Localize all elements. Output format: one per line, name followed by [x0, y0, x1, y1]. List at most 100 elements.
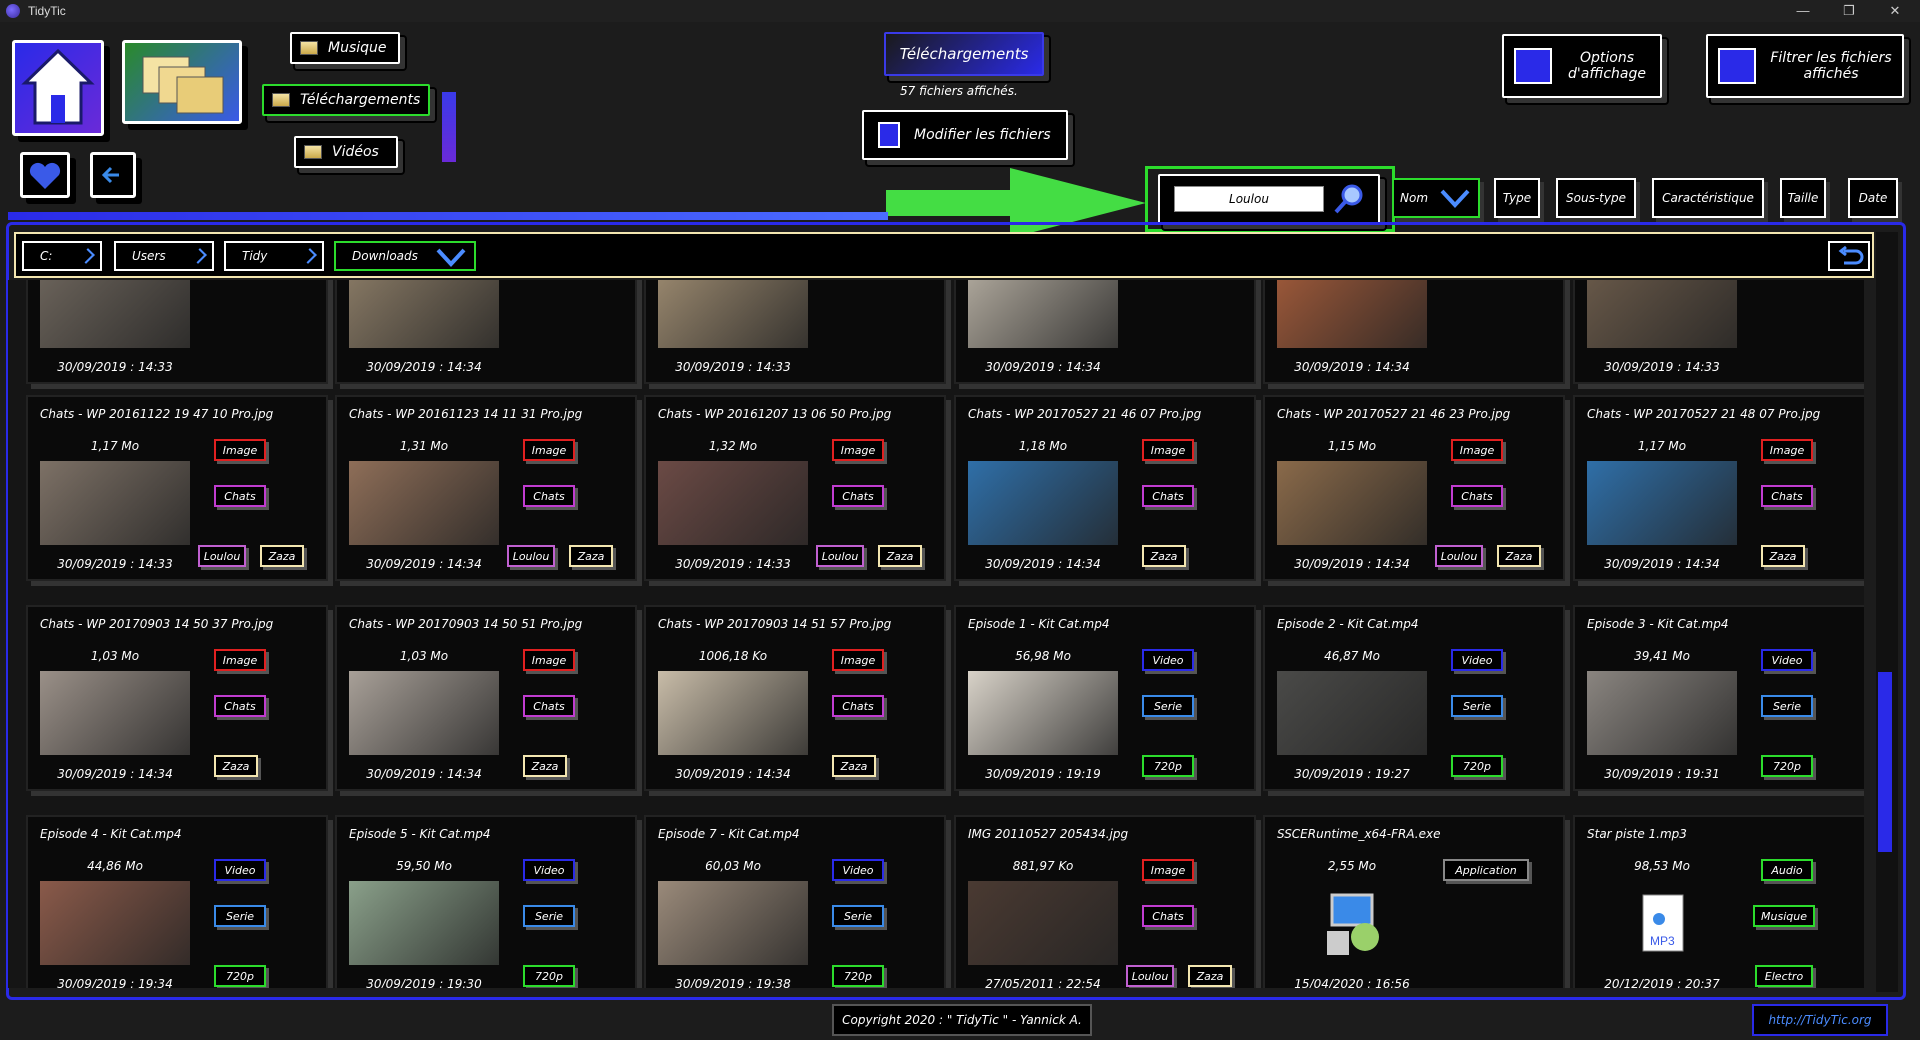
- tag-badge[interactable]: Video: [1761, 649, 1813, 671]
- tag-badge[interactable]: Image: [1142, 439, 1194, 461]
- tag-badge[interactable]: Electro: [1755, 965, 1813, 987]
- tag-badge[interactable]: Loulou: [816, 545, 864, 567]
- file-card[interactable]: Episode 7 - Kit Cat.mp4 60,03 Mo 30/09/201…: [644, 815, 946, 988]
- tag-badge[interactable]: Zaza: [878, 545, 922, 567]
- website-link[interactable]: http://TidyTic.org: [1752, 1004, 1888, 1036]
- file-card[interactable]: Chats - WP 20161122 19 47 10 Pro.jpg 1,17…: [26, 395, 328, 581]
- file-card[interactable]: 30/09/2019 : 14:33ChatsLoulouZaza: [26, 280, 328, 384]
- tag-badge[interactable]: Zaza: [1188, 965, 1232, 987]
- nav-telechargements-button[interactable]: Téléchargements: [262, 84, 430, 116]
- modify-files-button[interactable]: Modifier les fichiers: [862, 110, 1068, 160]
- tag-badge[interactable]: Serie: [214, 905, 266, 927]
- minimize-button[interactable]: —: [1780, 0, 1826, 22]
- tag-badge[interactable]: Video: [214, 859, 266, 881]
- file-card[interactable]: Chats - WP 20161123 14 11 31 Pro.jpg 1,31…: [335, 395, 637, 581]
- path-crumb-c[interactable]: C:: [22, 241, 102, 271]
- tag-badge[interactable]: Chats: [832, 695, 884, 717]
- close-button[interactable]: ✕: [1872, 0, 1918, 22]
- nav-musique-button[interactable]: Musique: [290, 32, 400, 64]
- sort-soustype-tab[interactable]: Sous-type: [1556, 178, 1636, 218]
- file-card[interactable]: 30/09/2019 : 14:33ChatsZaza: [644, 280, 946, 384]
- tag-badge[interactable]: Zaza: [832, 755, 876, 777]
- scrollbar[interactable]: [1876, 232, 1898, 992]
- tag-badge[interactable]: Image: [523, 649, 575, 671]
- file-card[interactable]: 30/09/2019 : 14:34ChatsZaza: [1263, 280, 1565, 384]
- tag-badge[interactable]: Zaza: [1142, 545, 1186, 567]
- tag-badge[interactable]: Loulou: [1126, 965, 1174, 987]
- display-options-button[interactable]: Options d'affichage: [1502, 34, 1662, 98]
- tag-badge[interactable]: 720p: [1142, 755, 1194, 777]
- path-crumb-downloads[interactable]: Downloads: [334, 241, 476, 271]
- tag-badge[interactable]: Serie: [1451, 695, 1503, 717]
- tag-badge[interactable]: Zaza: [523, 755, 567, 777]
- tag-badge[interactable]: Loulou: [198, 545, 246, 567]
- tag-badge[interactable]: Chats: [1761, 485, 1813, 507]
- file-card[interactable]: Chats - WP 20170903 14 51 57 Pro.jpg 1006…: [644, 605, 946, 791]
- file-card[interactable]: Chats - WP 20170903 14 50 37 Pro.jpg 1,03…: [26, 605, 328, 791]
- file-card[interactable]: Chats - WP 20170527 21 48 07 Pro.jpg 1,17…: [1573, 395, 1864, 581]
- nav-videos-button[interactable]: Vidéos: [294, 136, 398, 168]
- search-icon[interactable]: [1332, 181, 1368, 217]
- tag-badge[interactable]: Chats: [1142, 485, 1194, 507]
- tag-badge[interactable]: Serie: [1761, 695, 1813, 717]
- file-card[interactable]: Episode 4 - Kit Cat.mp4 44,86 Mo 30/09/201…: [26, 815, 328, 988]
- file-card[interactable]: Episode 5 - Kit Cat.mp4 59,50 Mo 30/09/201…: [335, 815, 637, 988]
- tag-badge[interactable]: Chats: [214, 485, 266, 507]
- sort-nom-tab[interactable]: Nom: [1392, 178, 1480, 218]
- tag-badge[interactable]: Serie: [832, 905, 884, 927]
- sort-caracteristique-tab[interactable]: Caractéristique: [1652, 178, 1764, 218]
- tag-badge[interactable]: Image: [832, 649, 884, 671]
- tag-badge[interactable]: 720p: [832, 965, 884, 987]
- tag-badge[interactable]: Image: [1451, 439, 1503, 461]
- tag-badge[interactable]: Zaza: [1761, 545, 1805, 567]
- tag-badge[interactable]: Loulou: [507, 545, 555, 567]
- tag-badge[interactable]: Image: [1142, 859, 1194, 881]
- tag-badge[interactable]: Chats: [1451, 485, 1503, 507]
- tag-badge[interactable]: Audio: [1761, 859, 1813, 881]
- tag-badge[interactable]: Image: [832, 439, 884, 461]
- tag-badge[interactable]: 720p: [214, 965, 266, 987]
- sort-type-tab[interactable]: Type: [1494, 178, 1540, 218]
- tag-badge[interactable]: Serie: [1142, 695, 1194, 717]
- tag-badge[interactable]: Video: [1142, 649, 1194, 671]
- search-input[interactable]: [1174, 186, 1324, 212]
- file-card[interactable]: Chats - WP 20161207 13 06 50 Pro.jpg 1,32…: [644, 395, 946, 581]
- tag-badge[interactable]: Image: [214, 439, 266, 461]
- tag-badge[interactable]: Image: [214, 649, 266, 671]
- file-card[interactable]: SSCERuntime_x64-FRA.exe 2,55 Mo 15/04/2020…: [1263, 815, 1565, 988]
- tag-badge[interactable]: Zaza: [260, 545, 304, 567]
- file-card[interactable]: Episode 1 - Kit Cat.mp4 56,98 Mo 30/09/201…: [954, 605, 1256, 791]
- undo-button[interactable]: [1828, 241, 1870, 271]
- scrollbar-thumb[interactable]: [1878, 672, 1892, 852]
- favorites-button[interactable]: [20, 152, 70, 198]
- tag-badge[interactable]: Video: [523, 859, 575, 881]
- tag-badge[interactable]: Video: [832, 859, 884, 881]
- path-crumb-users[interactable]: Users: [114, 241, 214, 271]
- tag-badge[interactable]: Video: [1451, 649, 1503, 671]
- tag-badge[interactable]: Zaza: [569, 545, 613, 567]
- tag-badge[interactable]: Chats: [832, 485, 884, 507]
- tag-badge[interactable]: Chats: [523, 695, 575, 717]
- file-card[interactable]: Chats - WP 20170527 21 46 07 Pro.jpg 1,18…: [954, 395, 1256, 581]
- tag-badge[interactable]: Image: [523, 439, 575, 461]
- tag-badge[interactable]: Zaza: [214, 755, 258, 777]
- tag-badge[interactable]: Chats: [214, 695, 266, 717]
- tag-badge[interactable]: Image: [1761, 439, 1813, 461]
- maximize-button[interactable]: ❐: [1826, 0, 1872, 22]
- tag-badge[interactable]: 720p: [1761, 755, 1813, 777]
- tag-badge[interactable]: 720p: [523, 965, 575, 987]
- files-view-button[interactable]: [122, 40, 242, 124]
- tag-badge[interactable]: Loulou: [1435, 545, 1483, 567]
- file-card[interactable]: Star piste 1.mp3 98,53 Mo MP3 20/12/2019 : …: [1573, 815, 1864, 988]
- sort-taille-tab[interactable]: Taille: [1780, 178, 1826, 218]
- file-card[interactable]: Chats - WP 20170527 21 46 23 Pro.jpg 1,15…: [1263, 395, 1565, 581]
- path-crumb-tidy[interactable]: Tidy: [224, 241, 324, 271]
- tag-badge[interactable]: Chats: [523, 485, 575, 507]
- file-card[interactable]: 30/09/2019 : 14:33ChatsLoulouZaza: [1573, 280, 1864, 384]
- back-button[interactable]: [90, 152, 136, 198]
- file-card[interactable]: Chats - WP 20170903 14 50 51 Pro.jpg 1,03…: [335, 605, 637, 791]
- sort-date-tab[interactable]: Date: [1848, 178, 1898, 218]
- tag-badge[interactable]: Chats: [1142, 905, 1194, 927]
- file-card[interactable]: Episode 3 - Kit Cat.mp4 39,41 Mo 30/09/201…: [1573, 605, 1864, 791]
- tag-badge[interactable]: Musique: [1753, 905, 1815, 927]
